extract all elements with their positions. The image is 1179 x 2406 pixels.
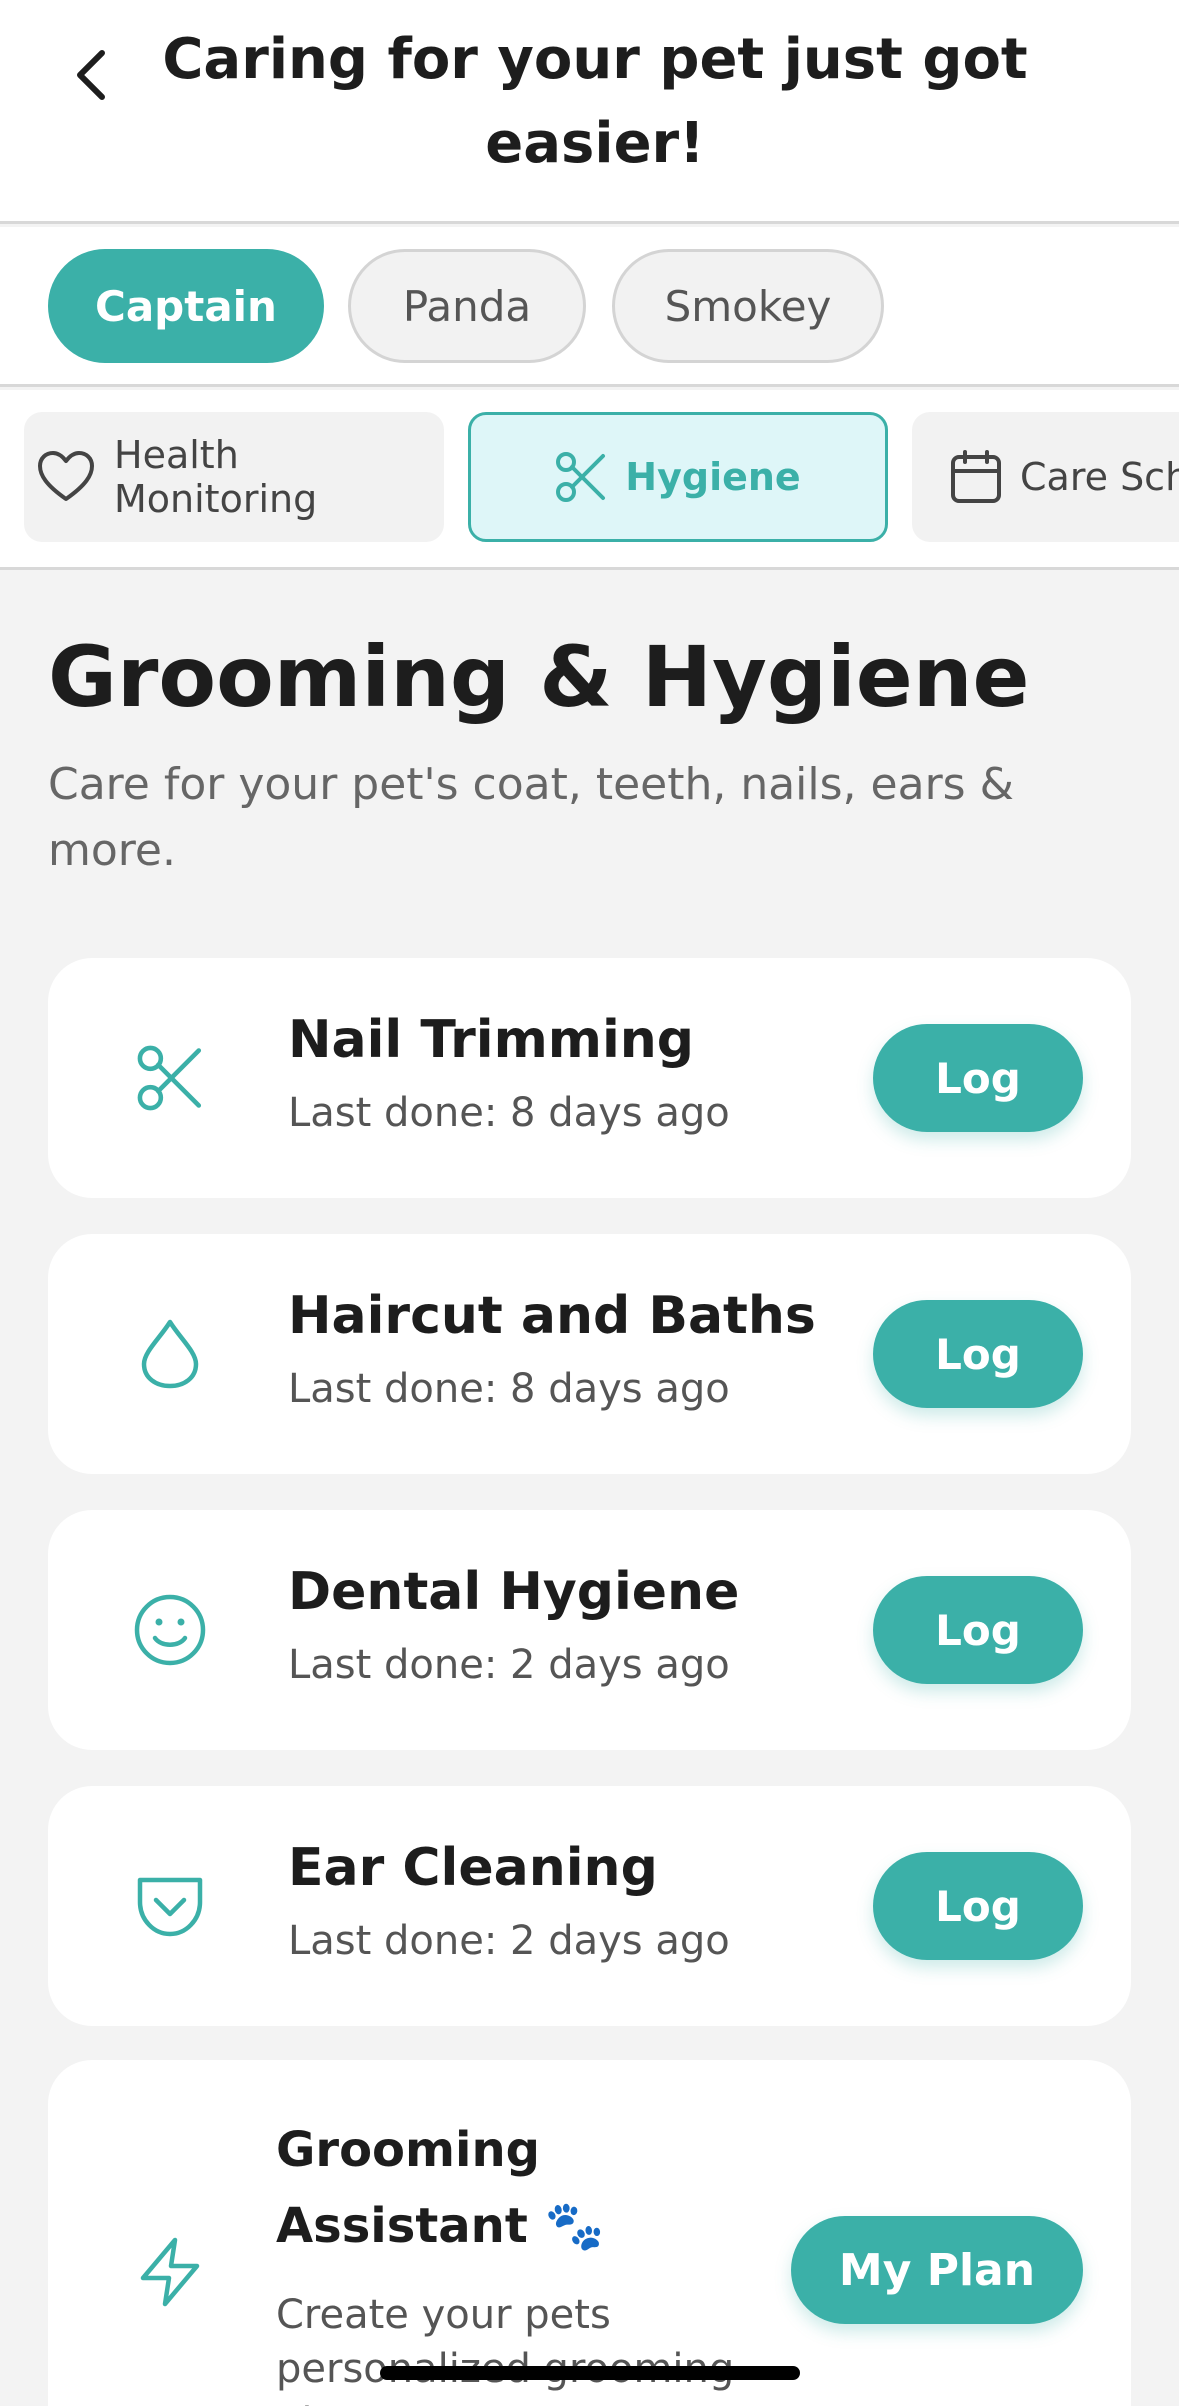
assistant-description: Create your pets personalized grooming p… [276,2292,734,2406]
log-button[interactable]: Log [873,1576,1083,1684]
task-card-nail-trimming: Nail Trimming Last done: 8 days ago Log [48,958,1131,1198]
task-title: Haircut and Baths [288,1286,816,1346]
task-card-ear-cleaning: Ear Cleaning Last done: 2 days ago Log [48,1786,1131,2026]
scissors-icon [555,451,607,503]
assistant-title: Grooming Assistant 🐾 [276,2122,605,2254]
calendar-icon [950,449,1002,505]
log-button[interactable]: Log [873,1852,1083,1960]
tab-hygiene[interactable]: Hygiene [468,412,888,542]
scissors-icon [130,1038,210,1118]
tab-label: Hygiene [625,455,801,499]
pet-selector: Captain Panda Smokey [0,227,1179,387]
log-button[interactable]: Log [873,1300,1083,1408]
pet-chip-smokey[interactable]: Smokey [612,249,884,363]
my-plan-button[interactable]: My Plan [791,2216,1083,2324]
task-last-done: Last done: 8 days ago [288,1366,730,1412]
task-card-haircut-baths: Haircut and Baths Last done: 8 days ago … [48,1234,1131,1474]
home-indicator[interactable] [380,2366,800,2380]
section-subtitle: Care for your pet's coat, teeth, nails, … [48,759,1014,876]
droplet-icon [130,1314,210,1394]
task-last-done: Last done: 8 days ago [288,1090,730,1136]
tab-label: Health Monitoring [114,433,318,521]
tab-label: Care Sch [1020,455,1179,499]
pet-chip-panda[interactable]: Panda [348,249,586,363]
task-card-dental-hygiene: Dental Hygiene Last done: 2 days ago Log [48,1510,1131,1750]
lightning-icon [130,2232,210,2312]
heart-icon [36,449,96,505]
category-tabs: Health Monitoring Hygiene Care Sch [0,390,1179,570]
back-button[interactable] [60,40,120,110]
app-header: Caring for your pet just got easier! [0,0,1179,224]
log-button[interactable]: Log [873,1024,1083,1132]
task-title: Dental Hygiene [288,1562,740,1622]
task-last-done: Last done: 2 days ago [288,1918,730,1964]
chevron-left-icon [77,50,105,100]
grooming-assistant-card: Grooming Assistant 🐾 Create your pets pe… [48,2060,1131,2406]
task-title: Nail Trimming [288,1010,695,1070]
pet-chip-captain[interactable]: Captain [48,249,324,363]
section-title: Grooming & Hygiene [48,628,1030,726]
task-title: Ear Cleaning [288,1838,658,1898]
task-last-done: Last done: 2 days ago [288,1642,730,1688]
pocket-icon [130,1866,210,1946]
tab-health-monitoring[interactable]: Health Monitoring [24,412,444,542]
tab-care-schedule[interactable]: Care Sch [912,412,1179,542]
smile-icon [130,1590,210,1670]
page-title: Caring for your pet just got easier! [162,27,1028,176]
